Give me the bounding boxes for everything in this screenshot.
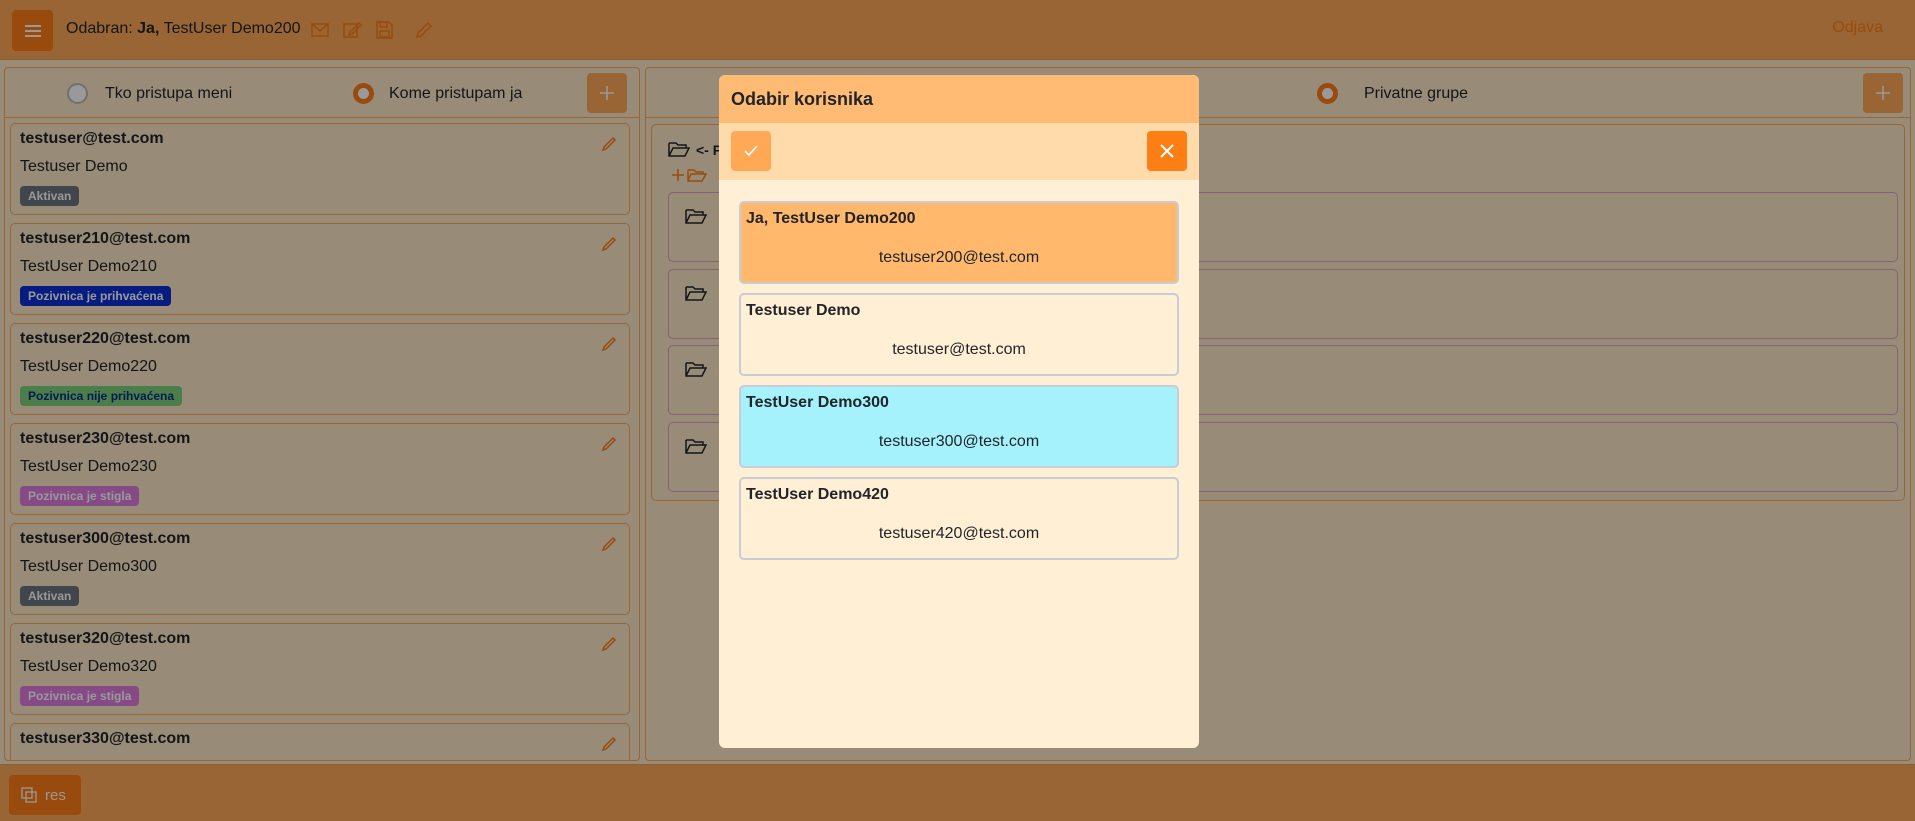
option-user-name: TestUser Demo300 <box>746 394 889 411</box>
modal-header: Odabir korisnika <box>719 75 1199 123</box>
modal-user-option[interactable]: Testuser Demo testuser@test.com <box>739 293 1179 376</box>
option-user-email: testuser@test.com <box>892 341 1026 358</box>
modal-user-option[interactable]: TestUser Demo300 testuser300@test.com <box>739 385 1179 468</box>
modal-user-option[interactable]: Ja, TestUser Demo200 testuser200@test.co… <box>739 201 1179 284</box>
option-user-email: testuser420@test.com <box>878 525 1040 542</box>
option-user-email: testuser200@test.com <box>878 249 1040 266</box>
confirm-button[interactable] <box>731 131 771 171</box>
user-picker-modal: Odabir korisnika Ja, TestUser Demo200 te… <box>719 75 1199 748</box>
option-user-name: Testuser Demo <box>746 302 861 319</box>
option-user-name: TestUser Demo420 <box>746 486 889 503</box>
modal-toolbar <box>719 123 1199 180</box>
modal-user-option[interactable]: TestUser Demo420 testuser420@test.com <box>739 477 1179 560</box>
option-user-name: Ja, TestUser Demo200 <box>746 210 916 227</box>
option-user-email: testuser300@test.com <box>878 433 1040 450</box>
check-icon <box>744 145 758 157</box>
close-icon <box>1160 144 1174 158</box>
close-button[interactable] <box>1147 131 1187 171</box>
modal-title: Odabir korisnika <box>731 89 874 109</box>
